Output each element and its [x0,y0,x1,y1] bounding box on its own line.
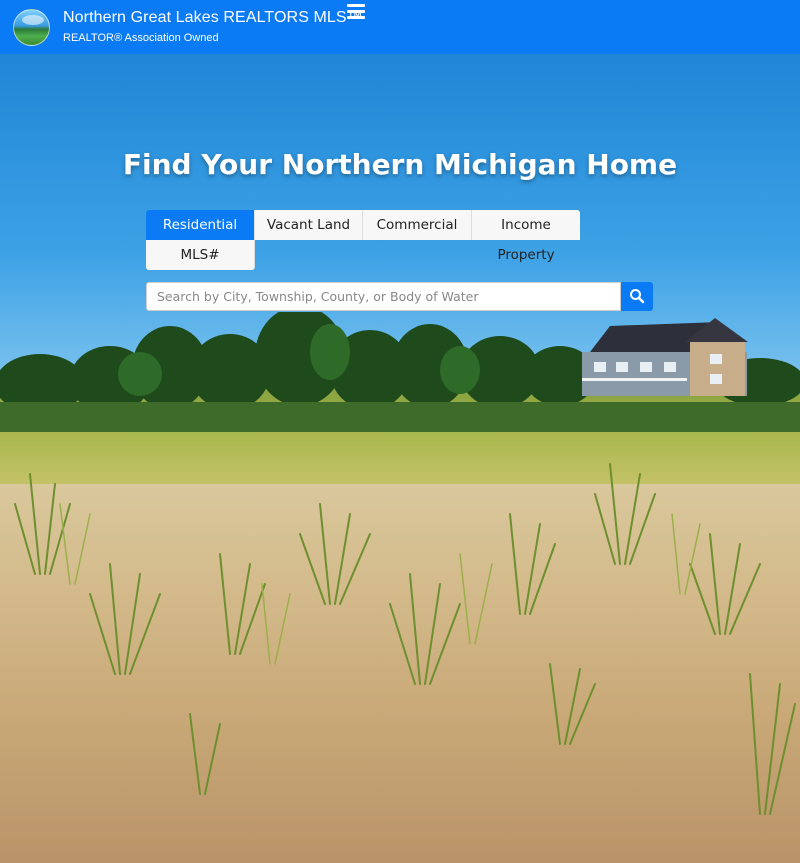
search-icon [630,289,645,304]
globe-logo-icon[interactable] [13,9,50,46]
search-input[interactable] [146,282,621,311]
tab-mls-number[interactable]: MLS# [146,240,255,270]
site-header: Northern Great Lakes REALTORS MLS™ REALT… [0,0,800,54]
site-title[interactable]: Northern Great Lakes REALTORS MLS™ [63,9,363,27]
beach-grass-image [14,463,796,815]
site-subtitle: REALTOR® Association Owned [63,32,219,44]
hero-background: Find Your Northern Michigan Home Residen… [0,54,800,863]
tab-commercial[interactable]: Commercial [363,210,472,240]
hamburger-menu-icon[interactable] [347,4,365,22]
hero-title: Find Your Northern Michigan Home [122,148,678,181]
tab-vacant-land[interactable]: Vacant Land [255,210,363,240]
tab-income-property[interactable]: Income Property [472,210,580,263]
search-button[interactable] [621,282,653,311]
tab-residential[interactable]: Residential [146,210,255,240]
